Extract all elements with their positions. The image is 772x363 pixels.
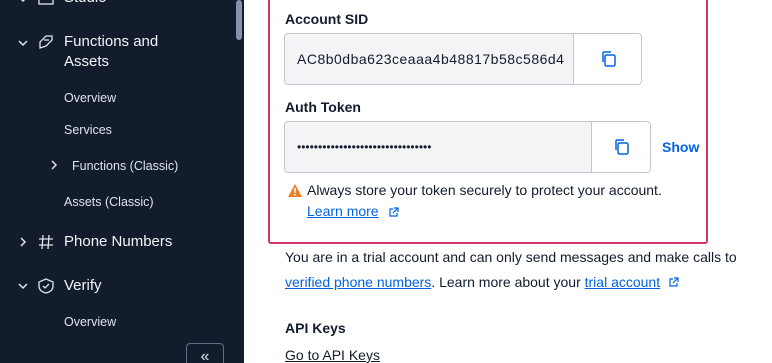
sidebar-subitem-overview[interactable]: Overview — [64, 90, 116, 106]
collapse-sidebar-button[interactable]: « — [186, 343, 224, 363]
sidebar-subitem-services[interactable]: Services — [64, 122, 112, 138]
double-chevron-left-icon: « — [200, 348, 210, 363]
functions-icon — [39, 35, 53, 49]
sidebar-item-label-line2: Assets — [64, 53, 110, 70]
sidebar-subitem-verify-overview[interactable]: Overview — [64, 314, 116, 330]
verified-phone-numbers-link[interactable]: verified phone numbers — [285, 274, 431, 290]
account-sid-field[interactable]: AC8b0dba623ceaaa4b48817b58c586d4 — [284, 33, 642, 85]
account-sid-value: AC8b0dba623ceaaa4b48817b58c586d4 — [297, 51, 565, 67]
sidebar: Studio Functions and Assets Overview Ser… — [0, 0, 244, 363]
sidebar-subitem-label: Functions (Classic) — [72, 159, 179, 173]
sidebar-subitem-assets-classic[interactable]: Assets (Classic) — [64, 194, 154, 210]
account-sid-label: Account SID — [285, 11, 369, 27]
trial-info-middle: . Learn more about your — [431, 274, 585, 290]
chevron-right-icon — [20, 237, 27, 247]
trial-info-line2: verified phone numbers. Learn more about… — [285, 270, 679, 295]
copy-account-sid-button[interactable] — [573, 34, 641, 84]
verify-shield-icon — [38, 278, 54, 294]
hash-icon — [39, 234, 53, 250]
learn-more-label: Learn more — [307, 203, 379, 219]
chevron-down-icon — [18, 40, 28, 47]
chevron-down-icon — [20, 0, 26, 3]
copy-auth-token-button[interactable] — [591, 122, 650, 172]
warning-icon — [288, 184, 302, 197]
show-token-link[interactable]: Show — [662, 139, 699, 155]
auth-token-value: •••••••••••••••••••••••••••••••• — [297, 140, 432, 154]
external-link-icon — [389, 207, 399, 217]
api-keys-title: API Keys — [285, 320, 346, 336]
copy-icon — [615, 139, 629, 155]
sidebar-item-label: Verify — [64, 277, 102, 294]
copy-icon — [601, 51, 616, 67]
sidebar-item-label: Functions and — [64, 33, 159, 50]
learn-more-link[interactable]: Learn more — [307, 201, 379, 222]
studio-icon — [38, 0, 54, 5]
sidebar-item-label: Studio — [64, 0, 107, 8]
go-to-api-keys-link[interactable]: Go to API Keys — [285, 343, 380, 363]
auth-token-label: Auth Token — [285, 99, 361, 115]
trial-account-link[interactable]: trial account — [585, 274, 660, 290]
auth-token-field[interactable]: •••••••••••••••••••••••••••••••• — [284, 121, 651, 173]
main-content: Account SID AC8b0dba623ceaaa4b48817b58c5… — [244, 0, 772, 363]
external-link-icon — [669, 277, 679, 287]
trial-info-line1: You are in a trial account and can only … — [285, 249, 737, 265]
sidebar-item-label: Phone Numbers — [64, 233, 173, 250]
warning-text: Always store your token securely to prot… — [307, 182, 662, 198]
chevron-right-icon — [51, 160, 58, 170]
sidebar-scrollbar[interactable] — [236, 0, 242, 40]
chevron-down-icon — [18, 283, 28, 290]
